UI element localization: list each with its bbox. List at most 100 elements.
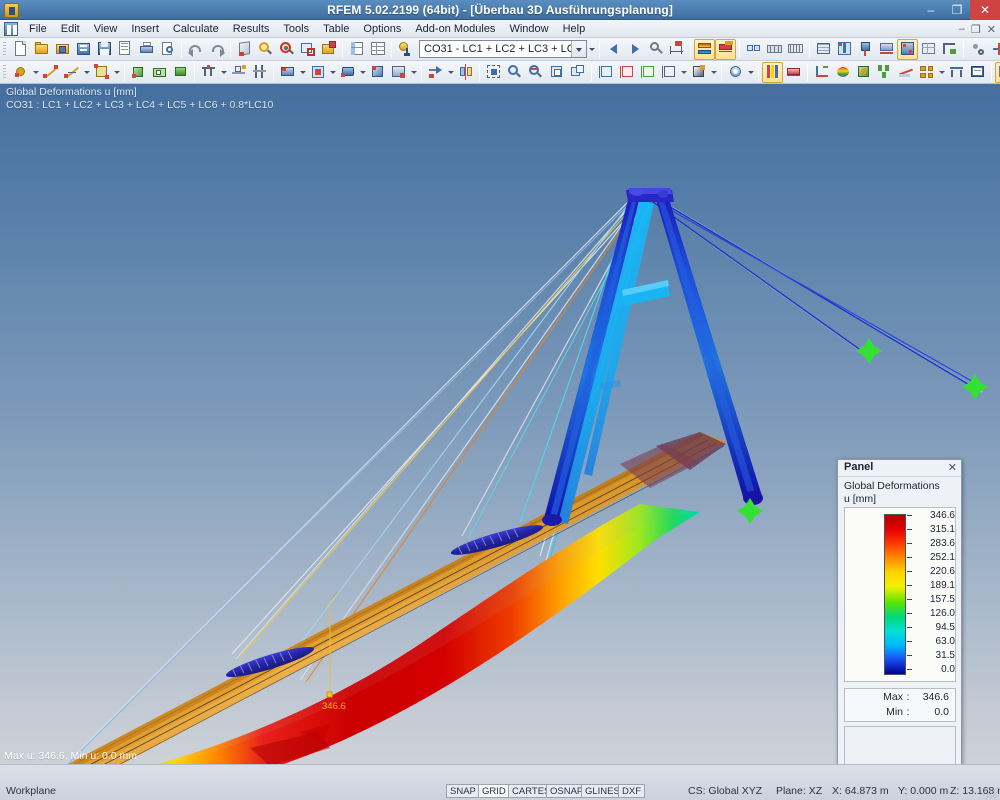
menu-item-results[interactable]: Results	[226, 20, 277, 38]
chevron-down-icon[interactable]	[571, 41, 586, 57]
print-icon[interactable]	[136, 39, 157, 60]
close-icon[interactable]: ✕	[948, 461, 957, 474]
save-icon[interactable]	[94, 39, 115, 60]
import-icon[interactable]	[73, 39, 94, 60]
mdi-document-icon[interactable]	[4, 22, 18, 36]
node-icon[interactable]	[967, 39, 988, 60]
line-support-icon[interactable]	[198, 62, 219, 83]
load-case-combobox[interactable]: CO31 - LC1 + LC2 + LC3 + LC4 + LC5 +	[419, 40, 587, 58]
deform-plot-icon[interactable]	[762, 62, 783, 83]
thickness-dropdown-arrow[interactable]	[358, 62, 367, 83]
rib-icon[interactable]	[249, 62, 270, 83]
render-icon[interactable]	[234, 39, 255, 60]
toolbar-grip[interactable]	[1, 63, 8, 82]
zoom-all-icon[interactable]	[276, 39, 297, 60]
find-icon[interactable]	[645, 39, 666, 60]
view-z-icon[interactable]	[637, 62, 658, 83]
material-icon[interactable]	[307, 62, 328, 83]
stiffness-icon[interactable]	[367, 62, 388, 83]
zoom-previous-icon[interactable]	[525, 62, 546, 83]
mirror-icon[interactable]	[455, 62, 476, 83]
nodal-support-icon[interactable]	[170, 62, 191, 83]
grid-load-icon[interactable]	[918, 39, 939, 60]
solid-icon[interactable]	[128, 62, 149, 83]
close-button[interactable]: ✕	[970, 0, 1000, 20]
release-dropdown-arrow[interactable]	[409, 62, 418, 83]
view-dropdown-arrow[interactable]	[679, 62, 688, 83]
menu-item-tools[interactable]: Tools	[276, 20, 316, 38]
menu-item-view[interactable]: View	[87, 20, 125, 38]
zoom-region-icon[interactable]	[504, 62, 525, 83]
table-grid-icon[interactable]	[367, 39, 388, 60]
zoom-window-icon[interactable]	[297, 39, 318, 60]
toolbar-grip[interactable]	[1, 40, 8, 59]
loads-icon[interactable]	[834, 39, 855, 60]
prev-case-icon[interactable]	[603, 39, 624, 60]
result-panel[interactable]: Panel ✕ Global Deformations u [mm] 346.6…	[837, 459, 962, 764]
new-window-icon[interactable]	[318, 39, 339, 60]
open-project-icon[interactable]	[52, 39, 73, 60]
result-diagram-icon[interactable]	[783, 62, 804, 83]
deformation-icon[interactable]	[694, 39, 715, 60]
menu-item-options[interactable]: Options	[356, 20, 408, 38]
rotate-view-dropdown-arrow[interactable]	[746, 62, 755, 83]
color-scale-legend[interactable]: 346.6 315.1 283.6 252.1 220.6 189.1 157.…	[844, 507, 956, 682]
menu-item-file[interactable]: File	[22, 20, 54, 38]
redo-icon[interactable]	[206, 39, 227, 60]
axis-icon[interactable]	[811, 62, 832, 83]
surface-dropdown-arrow[interactable]	[112, 62, 121, 83]
line-load-icon[interactable]	[876, 39, 897, 60]
line-icon[interactable]	[40, 62, 61, 83]
nodal-load-icon[interactable]	[855, 39, 876, 60]
copy-dropdown-arrow[interactable]	[446, 62, 455, 83]
support-icon[interactable]	[939, 39, 960, 60]
member-divide-icon[interactable]	[988, 39, 1000, 60]
view-x-icon[interactable]	[595, 62, 616, 83]
maximize-button[interactable]: ❐	[944, 0, 970, 20]
model-viewport[interactable]: Global Deformations u [mm] CO31 : LC1 + …	[0, 84, 1000, 764]
mesh-refine-icon[interactable]	[785, 39, 806, 60]
dimension-icon[interactable]	[666, 39, 687, 60]
load-case-icon[interactable]	[395, 39, 416, 60]
copy-move-icon[interactable]	[425, 62, 446, 83]
solid-model-icon[interactable]	[853, 62, 874, 83]
release-icon[interactable]	[388, 62, 409, 83]
member-dropdown-arrow[interactable]	[82, 62, 91, 83]
menu-item-help[interactable]: Help	[556, 20, 593, 38]
surfaces-icon[interactable]	[813, 39, 834, 60]
line-support-dropdown-arrow[interactable]	[219, 62, 228, 83]
mdi-minimize-button[interactable]: –	[959, 23, 965, 35]
minimize-button[interactable]: –	[918, 0, 944, 20]
grid-view-icon[interactable]	[916, 62, 937, 83]
node-point-icon[interactable]	[10, 62, 31, 83]
dxf-toggle[interactable]: DXF	[618, 784, 645, 798]
snap-toggle[interactable]: SNAP	[446, 784, 480, 798]
rotate-view-icon[interactable]	[725, 62, 746, 83]
member-icon[interactable]	[61, 62, 82, 83]
member-hinge-icon[interactable]	[228, 62, 249, 83]
mdi-restore-button[interactable]: ❐	[971, 23, 981, 36]
menu-item-edit[interactable]: Edit	[54, 20, 87, 38]
section-icon[interactable]	[895, 62, 916, 83]
node-dropdown-arrow[interactable]	[31, 62, 40, 83]
menu-item-insert[interactable]: Insert	[124, 20, 166, 38]
fe-mesh-icon[interactable]	[764, 39, 785, 60]
view-y-icon[interactable]	[616, 62, 637, 83]
shading-dropdown-arrow[interactable]	[709, 62, 718, 83]
grid-toggle[interactable]: GRID	[478, 784, 510, 798]
perspective-icon[interactable]	[567, 62, 588, 83]
menu-item-addon-modules[interactable]: Add-on Modules	[408, 20, 502, 38]
printout-report-icon[interactable]	[967, 62, 988, 83]
resize-grip[interactable]	[986, 787, 998, 799]
thickness-icon[interactable]	[337, 62, 358, 83]
shading-icon[interactable]	[688, 62, 709, 83]
save-all-icon[interactable]	[115, 39, 136, 60]
view-neg-x-icon[interactable]	[658, 62, 679, 83]
mdi-close-button[interactable]: ✕	[987, 23, 996, 36]
grid-view-dropdown-arrow[interactable]	[937, 62, 946, 83]
result-values-icon[interactable]	[715, 39, 736, 60]
table-icon[interactable]	[346, 39, 367, 60]
view-3d-icon[interactable]	[546, 62, 567, 83]
menu-item-calculate[interactable]: Calculate	[166, 20, 226, 38]
support-reaction-icon[interactable]	[874, 62, 895, 83]
